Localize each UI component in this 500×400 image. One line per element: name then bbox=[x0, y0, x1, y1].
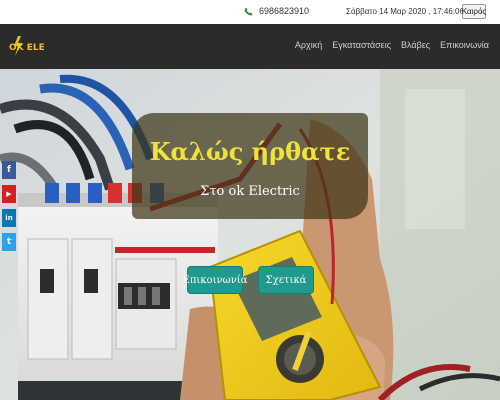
nav-contact[interactable]: Επικοινωνία bbox=[440, 40, 489, 50]
phone-number: 6986823910 bbox=[259, 6, 310, 16]
contact-button[interactable]: Επικοινωνία bbox=[183, 266, 248, 294]
linkedin-icon[interactable]: in bbox=[2, 209, 16, 227]
nav-faults[interactable]: Βλάβες bbox=[401, 40, 430, 50]
top-info-bar: 6986823910 Σάββατο 14 Μαρ 2020 , 17:46:0… bbox=[0, 0, 500, 25]
welcome-panel: Καλώς ήρθατε Στο ok Electric bbox=[132, 113, 368, 219]
weather-button[interactable]: Καιρός bbox=[462, 4, 486, 19]
social-links: f ▶ in t bbox=[2, 161, 16, 251]
youtube-icon[interactable]: ▶ bbox=[2, 185, 16, 203]
nav-home[interactable]: Αρχική bbox=[295, 40, 322, 50]
twitter-icon[interactable]: t bbox=[2, 233, 16, 251]
about-button[interactable]: Σχετικά bbox=[258, 266, 314, 294]
phone-icon bbox=[244, 6, 253, 16]
date-time-display: Σάββατο 14 Μαρ 2020 , 17:46:06 bbox=[346, 7, 464, 16]
phone-contact[interactable]: 6986823910 bbox=[244, 6, 309, 16]
facebook-icon[interactable]: f bbox=[2, 161, 16, 179]
welcome-title: Καλώς ήρθατε bbox=[149, 137, 351, 166]
logo-ok-text: OK ELECTRIC bbox=[9, 43, 44, 53]
welcome-subtitle: Στο ok Electric bbox=[200, 184, 300, 199]
ok-electric-logo[interactable]: OK ELECTRIC bbox=[8, 34, 44, 58]
main-navbar: OK ELECTRIC Αρχική Εγκαταστάσεις Βλάβες … bbox=[0, 24, 500, 69]
nav-installations[interactable]: Εγκαταστάσεις bbox=[332, 40, 391, 50]
main-menu: Αρχική Εγκαταστάσεις Βλάβες Επικοινωνία bbox=[295, 40, 489, 50]
